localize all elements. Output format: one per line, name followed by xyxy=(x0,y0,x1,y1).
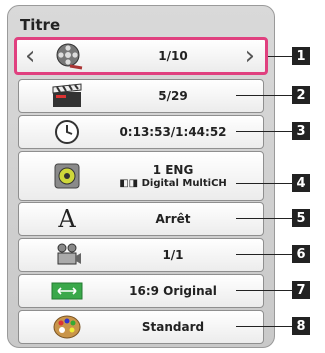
subtitle-value: Arrêt xyxy=(155,212,191,226)
audio-format: ◧◨ Digital MultiCH xyxy=(89,178,257,189)
row-angle[interactable]: 1/1 xyxy=(18,238,264,272)
subtitle-a-icon: A xyxy=(58,205,76,233)
picture-mode-value: Standard xyxy=(141,320,205,334)
row-subtitle[interactable]: A Arrêt xyxy=(18,202,264,236)
picture-mode-palette-icon xyxy=(50,313,84,341)
leader-line xyxy=(236,326,292,327)
arrow-left-icon[interactable]: ‹ xyxy=(25,43,35,69)
panel-title: Titre xyxy=(20,16,61,34)
callout-number-3: 3 xyxy=(292,122,310,140)
callout-number-1: 1 xyxy=(292,47,310,65)
row-picture-mode[interactable]: Standard xyxy=(18,310,264,344)
title-value: 1/10 xyxy=(158,49,188,63)
angle-value: 1/1 xyxy=(162,248,184,262)
aspect-ratio-value: 16:9 Original xyxy=(129,284,217,298)
row-chapter[interactable]: 5/29 xyxy=(18,79,264,113)
callout-number-7: 7 xyxy=(292,281,310,299)
callout-number-2: 2 xyxy=(292,86,310,104)
time-value: 0:13:53/1:44:52 xyxy=(119,125,227,139)
audio-value: 1 ENG ◧◨ Digital MultiCH xyxy=(89,163,257,189)
row-title-number[interactable]: ‹ 1/10 › xyxy=(14,37,268,75)
callout-number-5: 5 xyxy=(292,209,310,227)
row-time[interactable]: 0:13:53/1:44:52 xyxy=(18,115,264,149)
speaker-icon xyxy=(50,162,84,190)
chapter-value: 5/29 xyxy=(158,89,188,103)
row-aspect-ratio[interactable]: 16:9 Original xyxy=(18,274,264,308)
leader-line xyxy=(236,254,292,255)
clock-icon xyxy=(50,118,84,146)
leader-line xyxy=(236,131,292,132)
dolby-icon: ◧◨ xyxy=(119,178,139,189)
leader-line xyxy=(236,95,292,96)
film-reel-icon xyxy=(52,42,86,70)
leader-line xyxy=(236,183,292,184)
clapperboard-icon xyxy=(50,82,84,110)
camera-angle-icon xyxy=(50,241,84,269)
aspect-ratio-icon xyxy=(50,277,84,305)
leader-line xyxy=(236,290,292,291)
arrow-right-icon[interactable]: › xyxy=(245,43,255,69)
callout-number-8: 8 xyxy=(292,317,310,335)
callout-number-4: 4 xyxy=(292,174,310,192)
leader-line xyxy=(268,56,292,57)
audio-format-label: Digital MultiCH xyxy=(141,178,227,189)
row-audio[interactable]: 1 ENG ◧◨ Digital MultiCH xyxy=(18,151,264,201)
callout-number-6: 6 xyxy=(292,245,310,263)
audio-language: 1 ENG xyxy=(152,163,194,177)
leader-line xyxy=(236,218,292,219)
